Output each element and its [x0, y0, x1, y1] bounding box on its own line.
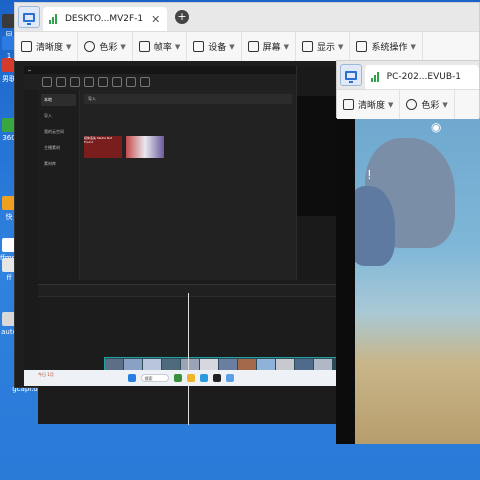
remote-menu-2: 清晰度 ▼ 色彩 ▼	[337, 89, 479, 119]
menu-item-label: 色彩	[421, 101, 440, 111]
monitor-icon	[344, 70, 357, 83]
game-scene[interactable]: ◉ !	[355, 116, 480, 444]
clarity-icon	[343, 99, 354, 110]
tab-remote-desktop-2[interactable]: PC-202...EVUB-1	[364, 65, 479, 89]
tab-row-2: PC-202...EVUB-1	[337, 61, 479, 89]
eye-map-icon: ◉	[431, 120, 442, 134]
sidebar-item-import[interactable]: 导入	[41, 110, 76, 122]
adjust-tool-icon[interactable]	[140, 77, 150, 87]
capcut-media-panel: 导入 媒体丢失 Media Not Found	[80, 90, 296, 280]
media-thumb-clip[interactable]	[126, 136, 164, 158]
add-tab-icon[interactable]: +	[175, 10, 189, 24]
framerate-icon	[138, 41, 150, 52]
chevron-down-icon: ▼	[388, 100, 394, 109]
text-tool-icon[interactable]	[70, 77, 80, 87]
menu-item-label: 系统操作	[371, 43, 408, 53]
menu-item-label: 清晰度	[358, 101, 386, 111]
capcut-timeline[interactable]	[38, 284, 337, 425]
taskview-icon[interactable]	[173, 374, 182, 382]
tab-remote-desktop-1[interactable]: DESKTO...MV2F-1 ✕	[43, 7, 167, 31]
menu-item[interactable]: 清晰度 ▼	[15, 32, 79, 61]
sidebar-item-cloud[interactable]: 我的云空间	[41, 126, 76, 138]
edge-icon[interactable]	[199, 374, 208, 382]
menu-item-label: 清晰度	[36, 43, 64, 53]
tab-row-1: DESKTO...MV2F-1 ✕ +	[15, 3, 479, 31]
color-icon	[406, 99, 418, 110]
signal-icon	[370, 72, 379, 82]
chevron-down-icon: ▼	[410, 42, 416, 51]
remote-toolbar-1: DESKTO...MV2F-1 ✕ + 清晰度 ▼ 色彩 ▼ 帧率 ▼ 设备 ▼ 屏幕 ▼ 显示 ▼ 系…	[14, 2, 480, 61]
capcut-editor-window[interactable]: ✂ 本地 导入 我的云空间 主播素材 素材库 导入 媒体丢失 Media Not…	[24, 66, 338, 425]
windows-desktop: 回1男联360快ffmpegffauto gcapi.dllScreenTo..…	[0, 0, 480, 480]
capcut-player-panel	[296, 66, 338, 280]
app-taskbar-icon[interactable]	[225, 374, 234, 382]
chevron-down-icon: ▼	[229, 42, 235, 51]
system-icon	[356, 41, 368, 52]
device-icon	[193, 41, 205, 52]
remote-taskbar: 今日 1月 搜索	[24, 370, 337, 386]
chevron-down-icon: ▼	[442, 100, 448, 109]
sidebar-item-anchor[interactable]: 主播素材	[41, 142, 76, 154]
menu-item[interactable]: 显示 ▼	[296, 32, 351, 61]
chevron-down-icon: ▼	[174, 42, 181, 51]
tab-close-icon[interactable]: ✕	[151, 13, 160, 26]
menu-item-label: 帧率	[153, 43, 172, 53]
capcut-logo: ✂	[28, 67, 32, 73]
capcut-taskbar-icon[interactable]	[212, 374, 221, 382]
menu-item-label: 显示	[317, 43, 336, 53]
explorer-icon[interactable]	[186, 374, 195, 382]
remote-toolbar-2: PC-202...EVUB-1 清晰度 ▼ 色彩 ▼	[336, 60, 480, 119]
chevron-down-icon: ▼	[338, 42, 344, 51]
chevron-down-icon: ▼	[283, 42, 290, 51]
media-thumb-missing[interactable]: 媒体丢失 Media Not Found	[84, 136, 122, 158]
menu-item[interactable]: 色彩 ▼	[400, 90, 455, 119]
menu-item[interactable]: 屏幕 ▼	[242, 32, 297, 61]
effect-tool-icon[interactable]	[98, 77, 108, 87]
signal-icon	[49, 14, 57, 24]
menu-item[interactable]: 清晰度 ▼	[337, 90, 401, 119]
waypoint-icon: !	[367, 168, 372, 182]
menu-item[interactable]: 设备 ▼	[187, 32, 242, 61]
screen-icon	[247, 41, 259, 52]
monitor-button[interactable]	[18, 6, 40, 28]
media-import-bar[interactable]: 导入	[84, 94, 292, 104]
menu-item-label: 色彩	[99, 43, 118, 53]
menu-item[interactable]: 帧率 ▼	[133, 32, 188, 61]
chevron-down-icon: ▼	[66, 42, 72, 51]
capcut-toolbar	[24, 74, 296, 90]
sidebar-item-local[interactable]: 本地	[41, 94, 76, 106]
audio-tool-icon[interactable]	[56, 77, 66, 87]
timeline-playhead[interactable]	[188, 293, 189, 425]
sticker-tool-icon[interactable]	[84, 77, 94, 87]
monitor-icon	[23, 12, 35, 25]
tab-title: PC-202...EVUB-1	[386, 72, 461, 82]
remote-menu-1: 清晰度 ▼ 色彩 ▼ 帧率 ▼ 设备 ▼ 屏幕 ▼ 显示 ▼ 系统操作 ▼	[15, 31, 479, 61]
menu-item[interactable]: 色彩 ▼	[78, 32, 133, 61]
menu-item-label: 设备	[208, 43, 227, 53]
player-viewport[interactable]	[297, 96, 338, 216]
transition-tool-icon[interactable]	[112, 77, 122, 87]
capcut-media-sidebar: 本地 导入 我的云空间 主播素材 素材库	[38, 90, 80, 280]
menu-item[interactable]: 系统操作 ▼	[350, 32, 423, 61]
display-icon	[302, 41, 314, 52]
media-tool-icon[interactable]	[42, 77, 52, 87]
chevron-down-icon: ▼	[120, 42, 126, 51]
tab-title: DESKTO...MV2F-1	[65, 14, 144, 24]
monitor-button[interactable]	[340, 64, 362, 86]
capcut-titlebar: ✂	[24, 66, 337, 74]
clarity-icon	[21, 41, 32, 52]
taskbar-weather[interactable]: 今日 1月	[38, 372, 54, 378]
taskbar-search[interactable]: 搜索	[140, 374, 169, 382]
menu-item-label: 屏幕	[262, 43, 281, 53]
filter-tool-icon[interactable]	[126, 77, 136, 87]
color-icon	[84, 41, 96, 52]
start-icon[interactable]	[127, 374, 136, 382]
sidebar-item-library[interactable]: 素材库	[41, 158, 76, 170]
